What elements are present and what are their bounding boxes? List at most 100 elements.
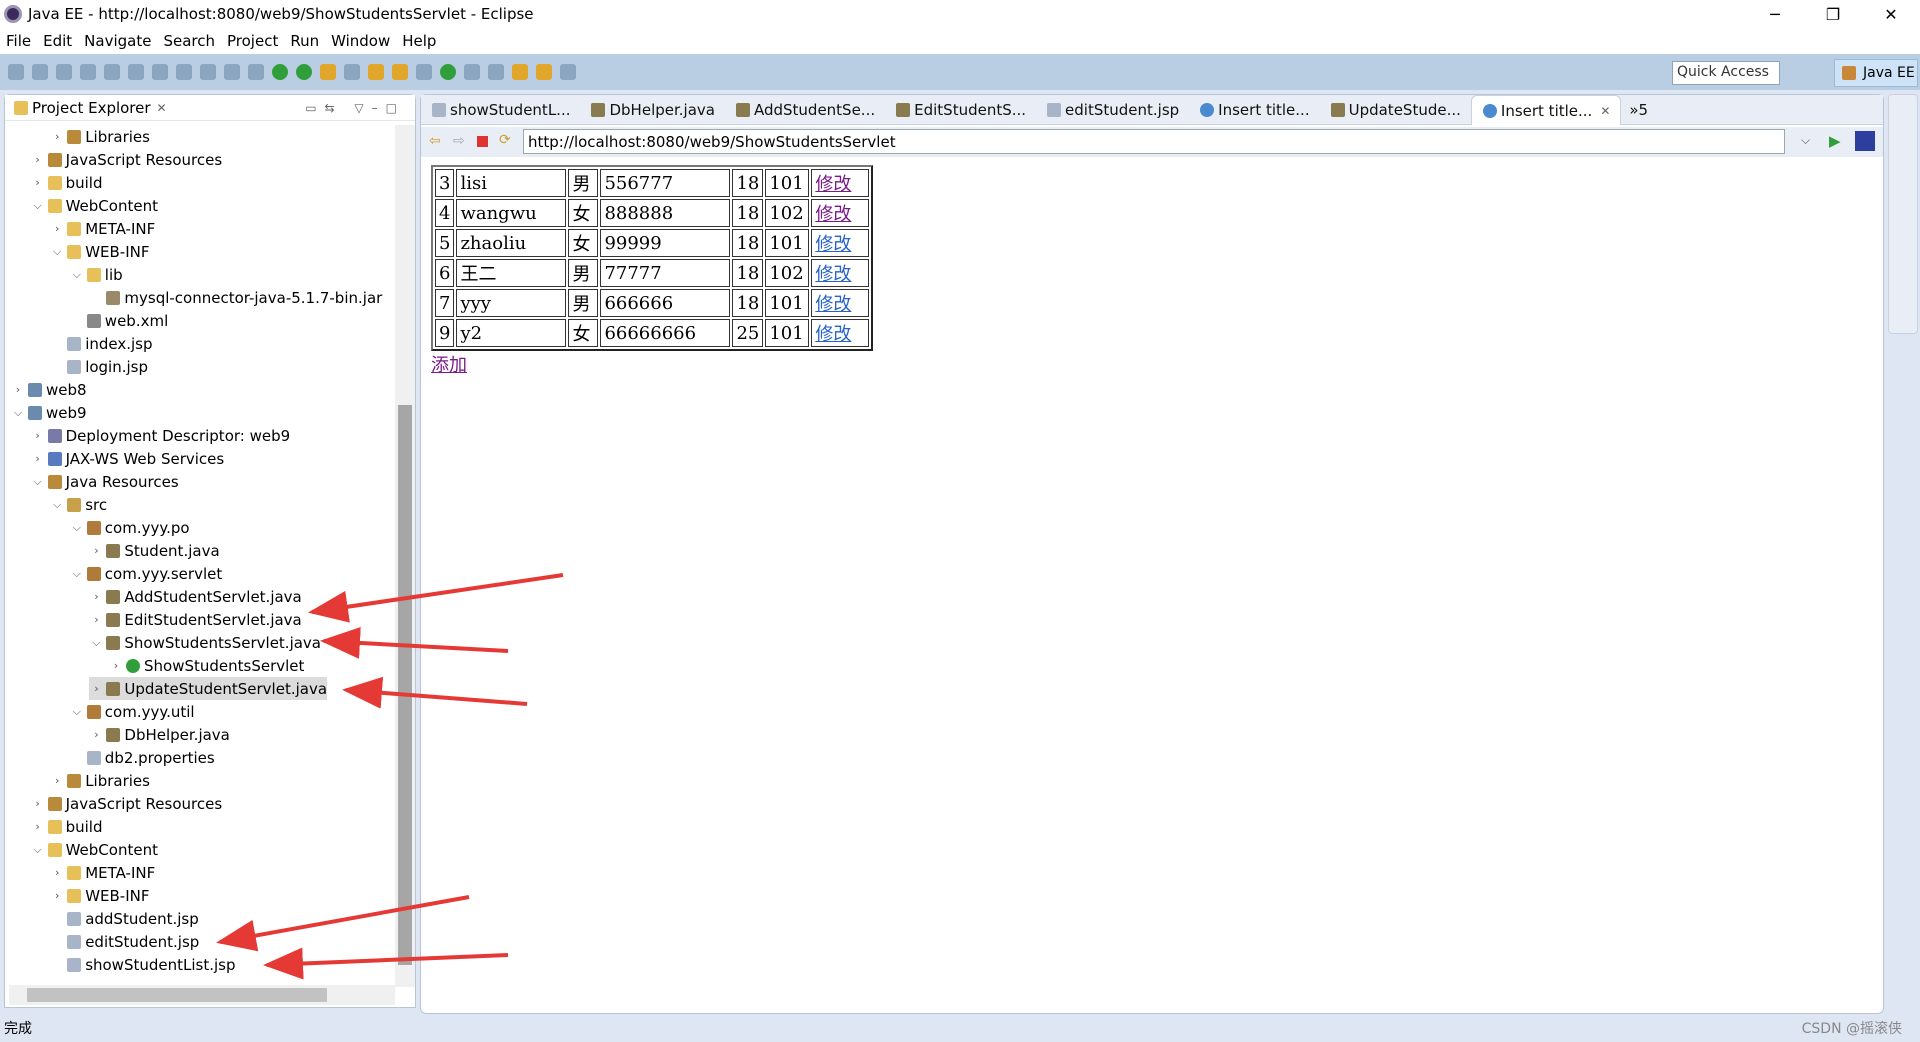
tree-item[interactable]: › Libraries xyxy=(50,125,150,148)
chevron-down-icon[interactable]: ⌵ xyxy=(70,268,84,282)
tree-item[interactable]: ⌵ com.yyy.po xyxy=(70,516,190,539)
editor-tab[interactable]: editStudent.jsp xyxy=(1036,95,1189,125)
tab-overflow-button[interactable]: »5 xyxy=(1621,95,1658,125)
editor-tab[interactable]: DbHelper.java xyxy=(580,95,724,125)
tree-item[interactable]: › Libraries xyxy=(50,769,150,792)
tree-item[interactable]: ⌵ WebContent xyxy=(31,194,158,217)
scroll-thumb[interactable] xyxy=(398,405,412,965)
tree-item[interactable]: ⌵ com.yyy.servlet xyxy=(70,562,223,585)
minimize-button[interactable]: ─ xyxy=(1746,0,1804,28)
editor-tab[interactable]: showStudentL... xyxy=(421,95,580,125)
chevron-down-icon[interactable]: ⌵ xyxy=(50,498,64,512)
chevron-down-icon[interactable]: ⌵ xyxy=(89,636,103,650)
toolbar-button-icon[interactable] xyxy=(368,64,384,80)
editor-tab[interactable]: Insert title... xyxy=(1189,95,1319,125)
tree-item[interactable]: ⌵ com.yyy.util xyxy=(70,700,195,723)
tree-item[interactable]: › WEB-INF xyxy=(50,884,150,907)
menu-project[interactable]: Project xyxy=(227,32,278,50)
tree-item[interactable]: index.jsp xyxy=(50,332,153,355)
menu-file[interactable]: File xyxy=(6,32,31,50)
refresh-icon[interactable]: ⟳ xyxy=(499,132,511,148)
chevron-right-icon[interactable]: › xyxy=(31,176,45,189)
tree-item[interactable]: db2.properties xyxy=(70,746,215,769)
chevron-right-icon[interactable]: › xyxy=(89,613,103,626)
tree-item[interactable]: ⌵ WEB-INF xyxy=(50,240,149,263)
toolbar-button-icon[interactable] xyxy=(464,64,480,80)
perspective-java-ee-button[interactable]: Java EE xyxy=(1834,59,1918,87)
toolbar-button-icon[interactable] xyxy=(488,64,504,80)
tree-item[interactable]: ⌵ lib xyxy=(70,263,123,286)
toolbar-button-icon[interactable] xyxy=(80,64,96,80)
toolbar-button-icon[interactable] xyxy=(416,64,432,80)
toolbar-button-icon[interactable] xyxy=(200,64,216,80)
editor-tab[interactable]: EditStudentS... xyxy=(885,95,1036,125)
tree-item[interactable]: ⌵ WebContent xyxy=(31,838,158,861)
toolbar-button-icon[interactable] xyxy=(392,64,408,80)
chevron-right-icon[interactable]: › xyxy=(89,544,103,557)
editor-tab[interactable]: UpdateStude... xyxy=(1320,95,1471,125)
edit-link[interactable]: 修改 xyxy=(815,174,851,195)
toolbar-button-icon[interactable] xyxy=(536,64,552,80)
toolbar-button-icon[interactable] xyxy=(152,64,168,80)
chevron-right-icon[interactable]: › xyxy=(11,383,25,396)
tree-item[interactable]: ⌵ ShowStudentsServlet.java xyxy=(89,631,321,654)
toolbar-button-icon[interactable] xyxy=(104,64,120,80)
tree-item[interactable]: addStudent.jsp xyxy=(50,907,199,930)
menu-search[interactable]: Search xyxy=(163,32,215,50)
tree-item[interactable]: editStudent.jsp xyxy=(50,930,199,953)
view-controls-icon[interactable]: ▭⇆ ▽–□ xyxy=(305,101,405,115)
chevron-right-icon[interactable]: › xyxy=(31,429,45,442)
open-external-browser-icon[interactable] xyxy=(1855,131,1875,151)
tree-item[interactable]: › Student.java xyxy=(89,539,219,562)
tree-item[interactable]: mysql-connector-java-5.1.7-bin.jar xyxy=(89,286,382,309)
menu-run[interactable]: Run xyxy=(290,32,319,50)
chevron-right-icon[interactable]: › xyxy=(89,728,103,741)
menu-navigate[interactable]: Navigate xyxy=(84,32,151,50)
tree-item[interactable]: ⌵ src xyxy=(50,493,107,516)
tree-item[interactable]: › META-INF xyxy=(50,217,155,240)
scroll-thumb[interactable] xyxy=(27,988,327,1002)
toolbar-button-icon[interactable] xyxy=(56,64,72,80)
chevron-right-icon[interactable]: › xyxy=(50,889,64,902)
tree-item[interactable]: › JAX-WS Web Services xyxy=(31,447,224,470)
menu-help[interactable]: Help xyxy=(402,32,436,50)
toolbar-button-icon[interactable] xyxy=(560,64,576,80)
edit-link[interactable]: 修改 xyxy=(815,234,851,255)
edit-link[interactable]: 修改 xyxy=(815,204,851,225)
go-icon[interactable]: ▶ xyxy=(1829,132,1841,150)
toolbar-button-icon[interactable] xyxy=(248,64,264,80)
stop-icon[interactable] xyxy=(477,136,488,147)
tree-item[interactable]: › build xyxy=(31,171,102,194)
tree-item[interactable]: › UpdateStudentServlet.java xyxy=(89,677,328,700)
toolbar-button-icon[interactable] xyxy=(344,64,360,80)
project-explorer-tab[interactable]: Project Explorer ✕ ▭⇆ ▽–□ xyxy=(5,95,415,121)
tree-item[interactable]: › DbHelper.java xyxy=(89,723,230,746)
chevron-down-icon[interactable]: ⌵ xyxy=(11,406,25,420)
toolbar-button-icon[interactable] xyxy=(128,64,144,80)
chevron-right-icon[interactable]: › xyxy=(50,222,64,235)
toolbar-button-icon[interactable] xyxy=(176,64,192,80)
chevron-right-icon[interactable]: › xyxy=(109,659,123,672)
tree-item[interactable]: › build xyxy=(31,815,102,838)
tree-item[interactable]: › Deployment Descriptor: web9 xyxy=(31,424,290,447)
chevron-right-icon[interactable]: › xyxy=(31,820,45,833)
menu-window[interactable]: Window xyxy=(331,32,390,50)
tree-item[interactable]: › ShowStudentsServlet xyxy=(109,654,305,677)
chevron-down-icon[interactable]: ⌵ xyxy=(50,245,64,259)
forward-icon[interactable]: ⇨ xyxy=(453,133,465,149)
tree-item[interactable]: › EditStudentServlet.java xyxy=(89,608,302,631)
chevron-down-icon[interactable]: ⌵ xyxy=(70,705,84,719)
quick-access-input[interactable]: Quick Access xyxy=(1672,61,1780,85)
toolbar-button-icon[interactable] xyxy=(224,64,240,80)
chevron-down-icon[interactable]: ⌵ xyxy=(31,199,45,213)
chevron-right-icon[interactable]: › xyxy=(50,866,64,879)
chevron-right-icon[interactable]: › xyxy=(50,130,64,143)
chevron-down-icon[interactable]: ⌵ xyxy=(70,567,84,581)
tree-item[interactable]: › web8 xyxy=(11,378,87,401)
chevron-right-icon[interactable]: › xyxy=(89,590,103,603)
chevron-right-icon[interactable]: › xyxy=(31,153,45,166)
url-dropdown-icon[interactable]: ⌵ xyxy=(1801,133,1810,148)
toolbar-button-icon[interactable] xyxy=(512,64,528,80)
menu-edit[interactable]: Edit xyxy=(43,32,72,50)
toolbar-button-icon[interactable] xyxy=(32,64,48,80)
